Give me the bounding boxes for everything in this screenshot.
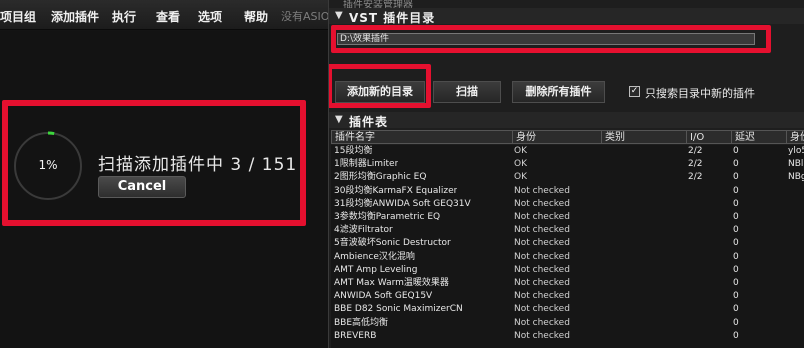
latency-cell: 0 [733, 185, 739, 196]
progress-percent: 1% [38, 158, 58, 172]
menu-item[interactable]: 查看 [156, 8, 180, 25]
plugin-name-cell: AMT Amp Leveling [334, 264, 418, 275]
id-cell: NBlr [788, 159, 804, 170]
column-header[interactable]: I/O [686, 131, 731, 144]
table-row[interactable]: AMT Amp Leveling Not checked 0 [331, 264, 804, 277]
remove-all-plugins-button[interactable]: 删除所有插件 [512, 81, 605, 103]
plugin-name-cell: 1限制器Limiter [334, 159, 399, 170]
status-cell: Not checked [514, 330, 570, 341]
directory-highlight-frame [331, 25, 771, 53]
io-cell: 2/2 [688, 146, 703, 156]
status-cell: Not checked [514, 185, 570, 196]
latency-cell: 0 [733, 317, 739, 328]
cancel-button[interactable]: Cancel [98, 176, 186, 198]
latency-cell: 0 [733, 304, 739, 315]
table-row[interactable]: AMT Max Warm温暖效果器 Not checked 0 [331, 277, 804, 290]
vst-section-header[interactable]: ▼ VST 插件目录 [329, 8, 804, 25]
status-cell: Not checked [514, 251, 570, 262]
status-cell: OK [514, 146, 527, 156]
latency-cell: 0 [733, 278, 739, 288]
plugin-name-cell: 5音波破坏Sonic Destructor [334, 238, 451, 249]
io-cell: 2/2 [688, 159, 703, 170]
latency-cell: 0 [733, 330, 739, 341]
id-cell: ylo5 [788, 146, 804, 156]
table-row[interactable]: ANWIDA Soft GEQ15V Not checked 0 [331, 290, 804, 303]
status-cell: Not checked [514, 238, 570, 249]
io-cell: 2/2 [688, 172, 703, 183]
table-row[interactable]: Ambience汉化混响 Not checked 0 [331, 251, 804, 264]
plugin-name-cell: ANWIDA Soft GEQ15V [334, 291, 433, 302]
status-cell: Not checked [514, 212, 570, 222]
column-header[interactable]: 类别 [601, 131, 686, 144]
latency-cell: 0 [733, 251, 739, 262]
menu-item[interactable]: 帮助 [244, 8, 268, 25]
plugin-section-header[interactable]: ▼ 插件表 [329, 112, 804, 129]
table-row[interactable]: 31段均衡ANWIDA Soft GEQ31V Not checked 0 [331, 198, 804, 211]
plugin-name-cell: AMT Max Warm温暖效果器 [334, 278, 449, 288]
plugin-name-cell: BREVERB [334, 330, 377, 341]
table-row[interactable]: BBE D82 Sonic MaximizerCN Not checked 0 [331, 303, 804, 316]
vst-section-label: VST 插件目录 [349, 11, 436, 25]
status-cell: OK [514, 159, 527, 170]
latency-cell: 0 [733, 159, 739, 170]
latency-cell: 0 [733, 225, 739, 236]
table-row[interactable]: 30段均衡KarmaFX Equalizer Not checked 0 [331, 185, 804, 198]
latency-cell: 0 [733, 212, 739, 222]
add-button-highlight-frame [329, 64, 431, 108]
plugin-table-body[interactable]: 15段均衡OK2/20ylo51限制器LimiterOK2/20NBlr2图形均… [331, 145, 804, 348]
plugin-table-header: 插件名字身份类别I/O延迟身份 [331, 130, 804, 144]
collapse-triangle-icon: ▼ [335, 10, 343, 21]
scan-status-text: 扫描添加插件中 3 / 151 [98, 155, 298, 175]
id-cell: NBg [788, 172, 804, 183]
check-icon: ✓ [630, 86, 639, 96]
status-cell: Not checked [514, 291, 570, 302]
plugin-section-label: 插件表 [349, 115, 389, 129]
latency-cell: 0 [733, 238, 739, 249]
plugin-name-cell: BBE D82 Sonic MaximizerCN [334, 304, 463, 315]
table-row[interactable]: BBE高低均衡 Not checked 0 [331, 317, 804, 330]
plugin-name-cell: 30段均衡KarmaFX Equalizer [334, 185, 458, 196]
latency-cell: 0 [733, 198, 739, 209]
only-new-label: 只搜索目录中新的插件 [645, 87, 755, 100]
scan-button[interactable]: 扫描 [433, 81, 501, 103]
latency-cell: 0 [733, 146, 739, 156]
plugin-name-cell: 31段均衡ANWIDA Soft GEQ31V [334, 198, 471, 209]
column-header[interactable]: 插件名字 [331, 131, 512, 144]
status-cell: OK [514, 172, 527, 183]
table-row[interactable]: 3参数均衡Parametric EQ Not checked 0 [331, 211, 804, 224]
latency-cell: 0 [733, 172, 739, 183]
plugin-name-cell: 3参数均衡Parametric EQ [334, 212, 441, 222]
menu-item[interactable]: 项目组 [0, 8, 36, 25]
status-cell: Not checked [514, 317, 570, 328]
status-cell: Not checked [514, 278, 570, 288]
menu-item[interactable]: 添加插件 [51, 8, 99, 25]
menu-item[interactable]: 选项 [198, 8, 222, 25]
column-header[interactable]: 延迟 [731, 131, 786, 144]
status-cell: Not checked [514, 264, 570, 275]
plugin-name-cell: BBE高低均衡 [334, 317, 389, 328]
collapse-triangle-icon: ▼ [335, 114, 343, 125]
plugin-name-cell: 2图形均衡Graphic EQ [334, 172, 427, 183]
latency-cell: 0 [733, 291, 739, 302]
status-cell: Not checked [514, 304, 570, 315]
menu-item[interactable]: 执行 [112, 8, 136, 25]
plugin-manager-window: 插件安装管理器 ▼ VST 插件目录 D:\效果插件 添加新的目录 扫描 删除所… [328, 0, 804, 348]
table-row[interactable]: 1限制器Limiter OK 2/2 0 NBlr [331, 158, 804, 171]
status-cell: Not checked [514, 225, 570, 236]
plugin-name-cell: Ambience汉化混响 [334, 251, 415, 262]
status-cell: Not checked [514, 198, 570, 209]
table-row[interactable]: 5音波破坏Sonic Destructor Not checked 0 [331, 237, 804, 250]
audio-device-status: 没有ASIO [281, 10, 330, 23]
column-header[interactable]: 身份 [786, 131, 804, 144]
table-row[interactable]: BREVERB Not checked 0 [331, 330, 804, 343]
plugin-name-cell: 4滤波Filtrator [334, 225, 393, 236]
host-menubar: 项目组 添加插件 执行 查看 选项 帮助 没有ASIO [0, 0, 330, 30]
latency-cell: 0 [733, 264, 739, 275]
plugin-name-cell: 15段均衡 [334, 146, 373, 156]
column-header[interactable]: 身份 [512, 131, 601, 144]
only-new-checkbox[interactable]: ✓ [629, 86, 640, 97]
table-row[interactable]: 4滤波Filtrator Not checked 0 [331, 224, 804, 237]
table-row[interactable]: 15段均衡 OK 2/2 0 ylo5 [331, 145, 804, 158]
table-row[interactable]: 2图形均衡Graphic EQ OK 2/2 0 NBg [331, 171, 804, 184]
